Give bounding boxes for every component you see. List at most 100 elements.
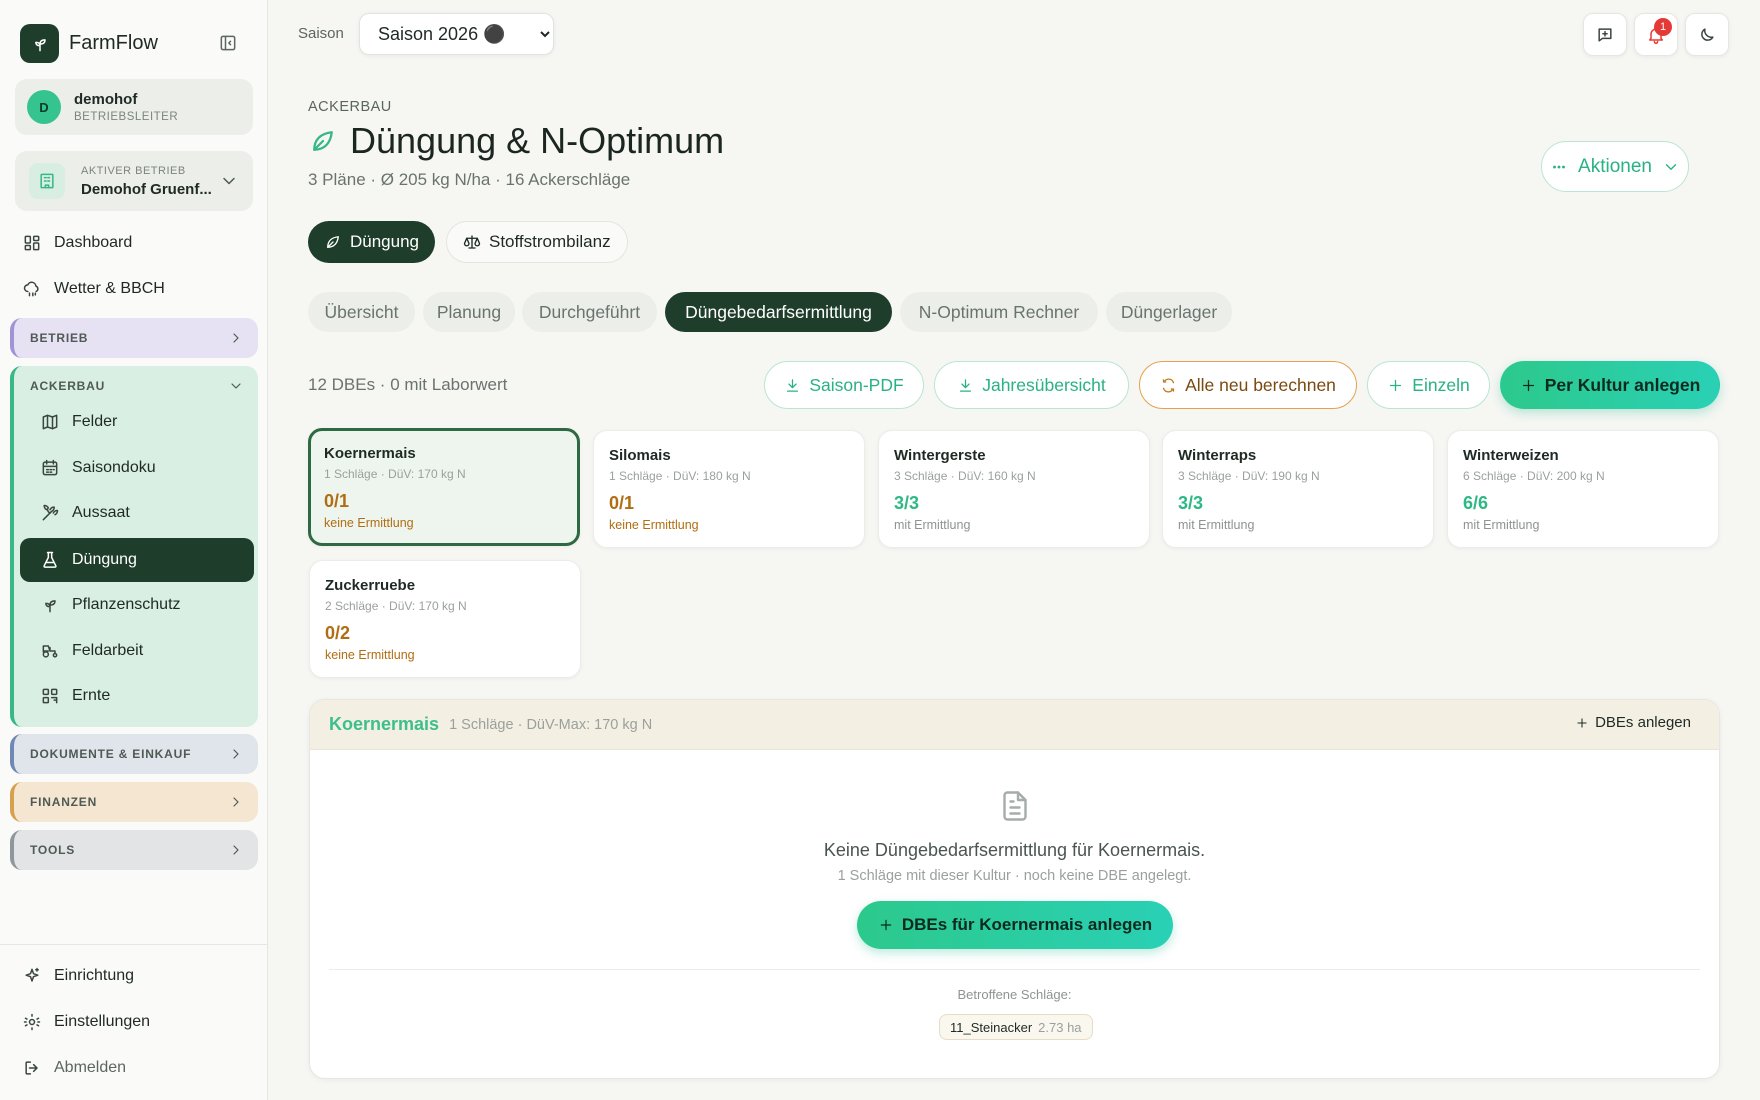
actions-button[interactable]: Aktionen — [1541, 141, 1689, 192]
sprout-icon — [20, 24, 59, 63]
app-name: FarmFlow — [69, 32, 158, 54]
nav-weather[interactable]: Wetter & BBCH — [22, 271, 165, 307]
sidebar-item-ernte[interactable]: Ernte — [20, 674, 254, 718]
recalculate-all-button[interactable]: Alle neu berechnen — [1139, 361, 1357, 409]
crop-meta: 3 Schläge · DüV: 190 kg N — [1178, 469, 1320, 483]
crop-card-koernermais[interactable]: Koernermais 1 Schläge · DüV: 170 kg N 0/… — [308, 428, 580, 546]
season-select[interactable]: Saison 2026 ⚫ — [359, 13, 554, 55]
field-chip-area: 2.73 ha — [1038, 1019, 1082, 1035]
sidebar-item-pflanzenschutz[interactable]: Pflanzenschutz — [20, 583, 254, 627]
sidebar-item-label: Feldarbeit — [72, 642, 144, 659]
sidebar-item-label: Düngung — [72, 551, 137, 568]
sidebar-item-label: Saisondoku — [72, 459, 156, 476]
harvest-icon — [40, 686, 60, 706]
nav-einrichtung[interactable]: Einrichtung — [22, 958, 134, 994]
subtab-uebersicht[interactable]: Übersicht — [308, 292, 415, 332]
subtab-planung[interactable]: Planung — [423, 292, 515, 332]
sidebar-item-label: Felder — [72, 413, 118, 430]
user-card[interactable]: D demohof BETRIEBSLEITER — [15, 79, 253, 135]
crop-name: Koernermais — [324, 445, 416, 462]
nav-settings[interactable]: Einstellungen — [22, 1004, 150, 1040]
nav-dashboard[interactable]: Dashboard — [22, 225, 132, 261]
saison-pdf-label: Saison-PDF — [809, 374, 904, 395]
crop-status: keine Ermittlung — [324, 516, 414, 530]
user-name: demohof — [74, 91, 138, 108]
map-icon — [40, 412, 60, 432]
sidebar-bottom-divider — [0, 944, 268, 945]
sidebar-item-saisondoku[interactable]: Saisondoku — [20, 446, 254, 490]
season-label: Saison — [298, 25, 344, 42]
detail-crop-name: Koernermais — [329, 714, 440, 734]
more-horizontal-icon — [1550, 158, 1568, 176]
sidebar: FarmFlow D demohof BETRIEBSLEITER AKTIVE… — [0, 0, 268, 1100]
sidebar-collapse-icon[interactable] — [218, 33, 238, 53]
subtab-duengerlager[interactable]: Düngerlager — [1106, 292, 1232, 332]
user-role: BETRIEBSLEITER — [74, 111, 179, 123]
detail-header: Koernermais 1 Schläge · DüV-Max: 170 kg … — [310, 700, 1719, 750]
saison-pdf-button[interactable]: Saison-PDF — [764, 361, 924, 409]
document-icon — [997, 788, 1033, 824]
crop-card-winterweizen[interactable]: Winterweizen 6 Schläge · DüV: 200 kg N 6… — [1447, 430, 1719, 548]
chevron-right-icon — [228, 794, 244, 810]
brand[interactable]: FarmFlow — [20, 24, 158, 63]
sidebar-item-feldarbeit[interactable]: Feldarbeit — [20, 629, 254, 673]
crop-ratio: 0/1 — [609, 493, 635, 513]
feedback-button[interactable] — [1583, 13, 1627, 56]
chevron-right-icon — [228, 842, 244, 858]
avatar: D — [27, 90, 61, 124]
group-tools-label: TOOLS — [30, 843, 76, 857]
crop-meta: 2 Schläge · DüV: 170 kg N — [325, 599, 467, 613]
tractor-icon — [40, 641, 60, 661]
subtab-n-optimum-rechner[interactable]: N-Optimum Rechner — [900, 292, 1098, 332]
download-icon — [957, 377, 974, 394]
crop-ratio: 0/2 — [325, 623, 351, 643]
company-switcher[interactable]: AKTIVER BETRIEB Demohof Gruenf... — [15, 151, 253, 211]
actions-label: Aktionen — [1578, 155, 1652, 177]
per-crop-create-button[interactable]: Per Kultur anlegen — [1500, 361, 1720, 409]
crop-card-wintergerste[interactable]: Wintergerste 3 Schläge · DüV: 160 kg N 3… — [878, 430, 1150, 548]
group-finanzen[interactable]: FINANZEN — [10, 782, 258, 822]
crop-name: Silomais — [609, 447, 671, 464]
nav-logout[interactable]: Abmelden — [22, 1050, 126, 1086]
crop-card-zuckerruebe[interactable]: Zuckerruebe 2 Schläge · DüV: 170 kg N 0/… — [309, 560, 581, 678]
crop-ratio: 3/3 — [894, 493, 920, 513]
group-tools[interactable]: TOOLS — [10, 830, 258, 870]
add-dbes-button[interactable]: DBEs anlegen — [1575, 714, 1691, 731]
tab-duengung[interactable]: Düngung — [308, 221, 436, 263]
message-plus-icon — [1595, 25, 1615, 45]
sidebar-item-felder[interactable]: Felder — [20, 400, 254, 444]
notifications-button[interactable]: 1 — [1634, 13, 1678, 56]
dashboard-icon — [22, 233, 42, 253]
sidebar-item-duengung[interactable]: Düngung — [20, 538, 254, 582]
subtab-duengebedarfsermittlung[interactable]: Düngebedarfsermittlung — [665, 292, 892, 332]
sidebar-item-label: Ernte — [72, 687, 111, 704]
page-title: Düngung & N-Optimum — [308, 120, 724, 162]
sidebar-item-aussaat[interactable]: Aussaat — [20, 491, 254, 535]
subtab-durchgefuehrt[interactable]: Durchgeführt — [522, 292, 657, 332]
empty-state-subtitle: 1 Schläge mit dieser Kultur · noch keine… — [837, 868, 1192, 884]
flask-icon — [40, 550, 60, 570]
group-betrieb[interactable]: BETRIEB — [10, 318, 258, 358]
plus-icon — [878, 917, 894, 933]
field-chip[interactable]: 11_Steinacker 2.73 ha — [939, 1014, 1093, 1040]
crop-card-winterraps[interactable]: Winterraps 3 Schläge · DüV: 190 kg N 3/3… — [1162, 430, 1434, 548]
gear-icon — [22, 1012, 42, 1032]
tab-stoffstrombilanz-label: Stoffstrombilanz — [489, 232, 611, 251]
group-dokumente[interactable]: DOKUMENTE & EINKAUF — [10, 734, 258, 774]
crop-status: mit Ermittlung — [894, 518, 971, 532]
jahresuebersicht-button[interactable]: Jahresübersicht — [934, 361, 1129, 409]
sidebar-item-label: Aussaat — [72, 504, 130, 521]
crop-card-silomais[interactable]: Silomais 1 Schläge · DüV: 180 kg N 0/1 k… — [593, 430, 865, 548]
company-name: Demohof Gruenf... — [81, 180, 212, 198]
logout-icon — [22, 1058, 42, 1078]
scale-icon — [463, 233, 481, 251]
crop-meta: 6 Schläge · DüV: 200 kg N — [1463, 469, 1605, 483]
jahresuebersicht-label: Jahresübersicht — [982, 374, 1106, 395]
create-dbes-for-crop-button[interactable]: DBEs für Koernermais anlegen — [857, 901, 1173, 949]
tab-stoffstrombilanz[interactable]: Stoffstrombilanz — [446, 221, 628, 263]
plus-icon — [1387, 377, 1404, 394]
company-label: AKTIVER BETRIEB — [81, 164, 186, 177]
crop-meta: 1 Schläge · DüV: 180 kg N — [609, 469, 751, 483]
dark-mode-toggle[interactable] — [1685, 13, 1729, 56]
single-add-button[interactable]: Einzeln — [1367, 361, 1490, 409]
